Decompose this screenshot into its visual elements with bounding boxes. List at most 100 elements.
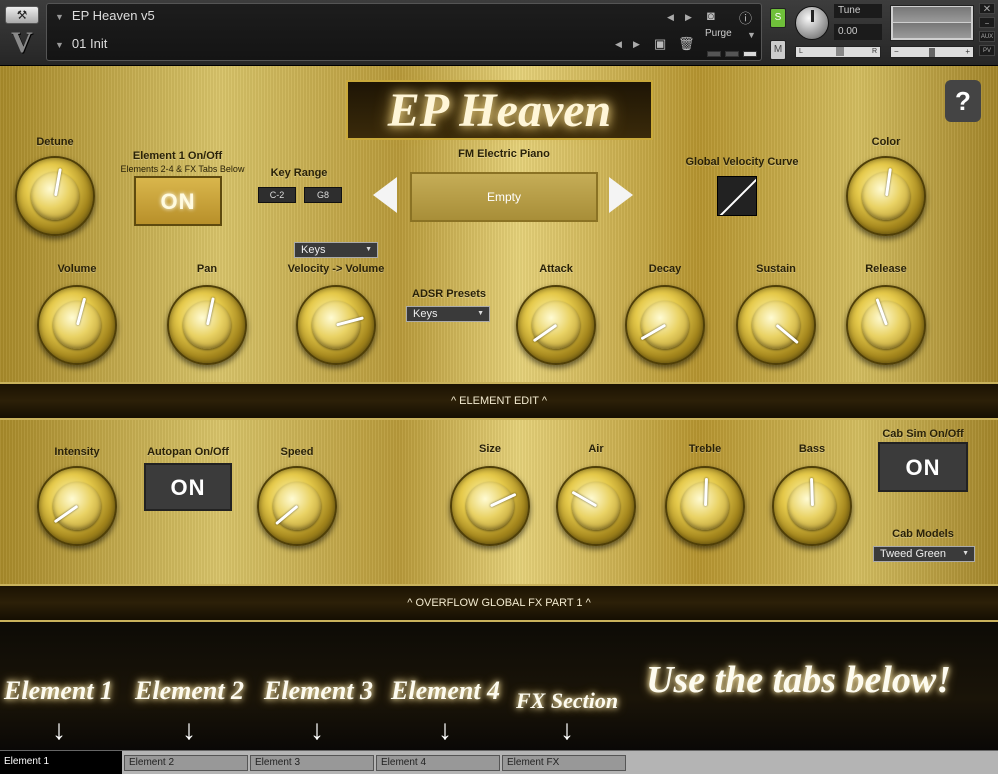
purge-menu[interactable]: Purge [705,28,732,39]
volume-slider[interactable]: − + [890,46,974,58]
sample-title: FM Electric Piano [458,148,550,160]
minus-icon: − [894,47,899,56]
v-logo-icon: V [11,26,33,59]
cab-sim-on-button[interactable]: ON [878,442,968,492]
save-icon[interactable]: ▣ [654,36,666,52]
prev-instrument-icon[interactable]: ◀ [667,12,674,23]
delete-icon[interactable]: 🗑 [678,36,695,52]
sustain-label: Sustain [756,263,796,275]
purge-caret-icon[interactable]: ▼ [747,30,756,40]
sustain-knob[interactable] [736,285,816,365]
tab-element-4[interactable]: Element 4 [376,755,500,771]
speed-knob[interactable] [257,466,337,546]
pan-handle[interactable] [836,47,844,56]
tune-knob[interactable] [795,6,829,40]
velocity-mode-dropdown[interactable]: Keys ▼ [294,242,378,258]
element-edit-bar-label: ^ ELEMENT EDIT ^ [450,395,548,407]
bass-knob[interactable] [772,466,852,546]
tune-value[interactable]: 0.00 [834,24,882,40]
snapshot-row[interactable]: ▼ 01 Init [55,34,107,54]
tab-element-1[interactable]: Element 1 [0,751,122,774]
mute-button[interactable]: M [770,40,786,60]
voice-meter-1 [707,51,721,57]
tab-bar: Element 1 Element 2 Element 3 Element 4 … [0,750,998,774]
guide-element-1: Element 1 [4,676,114,705]
info-icon[interactable]: ⓘ [739,8,752,27]
autopan-label: Autopan On/Off [147,446,229,458]
detune-label: Detune [36,136,74,148]
size-knob[interactable] [450,466,530,546]
close-icon[interactable]: ✕ [979,3,995,15]
velocity-mode-value: Keys [301,244,326,256]
instrument-name: EP Heaven v5 [71,8,155,23]
aux-button[interactable]: AUX [979,31,995,42]
sample-select-display[interactable]: Empty [410,172,598,222]
wrench-icon[interactable]: ⚒ [5,6,39,24]
cab-models-value: Tweed Green [880,548,947,560]
instrument-name-row[interactable]: ▼ EP Heaven v5 [55,6,155,26]
snapshot-name: 01 Init [71,36,108,51]
next-instrument-icon[interactable]: ▶ [685,12,692,23]
element-onoff-label: Element 1 On/Off [132,150,223,162]
intensity-label: Intensity [54,446,100,458]
down-arrow-icon: ↓ [52,714,66,745]
key-range-label: Key Range [270,167,328,179]
release-knob[interactable] [846,285,926,365]
autopan-on-button[interactable]: ON [144,463,232,511]
color-knob[interactable] [846,156,926,236]
camera-icon[interactable]: ◙ [707,8,715,23]
adsr-presets-dropdown[interactable]: Keys ▼ [406,306,490,322]
velocity-curve-button[interactable] [717,176,757,216]
minimize-icon[interactable]: − [979,17,995,28]
velocity-volume-knob[interactable] [296,285,376,365]
velocity-volume-label: Velocity -> Volume [287,263,385,275]
overflow-global-fx-bar[interactable]: ^ OVERFLOW GLOBAL FX PART 1 ^ [0,584,998,622]
air-knob[interactable] [556,466,636,546]
intensity-knob[interactable] [37,466,117,546]
adsr-presets-label: ADSR Presets [412,288,486,300]
volume-knob[interactable] [37,285,117,365]
next-snapshot-icon[interactable]: ▶ [633,39,640,50]
solo-button[interactable]: S [770,8,786,28]
prev-snapshot-icon[interactable]: ◀ [615,39,622,50]
overflow-global-fx-bar-label: ^ OVERFLOW GLOBAL FX PART 1 ^ [407,597,591,609]
key-range-low[interactable]: C-2 [258,187,296,203]
element-edit-bar[interactable]: ^ ELEMENT EDIT ^ [0,382,998,420]
color-label: Color [871,136,901,148]
tune-label: Tune [834,4,882,18]
pv-button[interactable]: PV [979,45,995,56]
element-onoff-sublabel: Elements 2-4 & FX Tabs Below [120,164,245,174]
treble-label: Treble [688,443,722,455]
cab-models-dropdown[interactable]: Tweed Green ▼ [873,546,975,562]
chevron-down-icon: ▼ [477,310,484,317]
pan-label: Pan [196,263,218,275]
treble-knob[interactable] [665,466,745,546]
snapshot-menu-icon[interactable]: ▼ [55,40,64,50]
element-on-button[interactable]: ON [134,176,222,226]
tab-element-2[interactable]: Element 2 [124,755,248,771]
decay-label: Decay [648,263,682,275]
prev-sample-arrow-icon[interactable] [373,177,397,213]
help-button[interactable]: ? [945,80,981,122]
pan-right-label: R [871,48,877,55]
next-sample-arrow-icon[interactable] [609,177,633,213]
tab-element-3[interactable]: Element 3 [250,755,374,771]
speed-label: Speed [280,446,314,458]
attack-knob[interactable] [516,285,596,365]
key-range-high[interactable]: G8 [304,187,342,203]
tab-element-fx[interactable]: Element FX [502,755,626,771]
pan-knob[interactable] [167,285,247,365]
air-label: Air [588,443,604,455]
attack-label: Attack [539,263,573,275]
volume-handle[interactable] [929,48,935,57]
down-arrow-icon: ↓ [182,714,196,745]
pan-slider[interactable]: L R [795,46,881,58]
kontakt-header: ⚒ V ▼ EP Heaven v5 ▼ 01 Init ◀ ▶ ◀ ▶ ◙ ⓘ ▣… [0,0,998,66]
cab-models-label: Cab Models [892,528,954,540]
detune-knob[interactable] [15,156,95,236]
plus-icon: + [965,47,970,56]
down-arrow-icon: ↓ [438,714,452,745]
collapse-triangle-icon[interactable]: ▼ [55,12,64,22]
chevron-down-icon: ▼ [962,550,969,557]
decay-knob[interactable] [625,285,705,365]
